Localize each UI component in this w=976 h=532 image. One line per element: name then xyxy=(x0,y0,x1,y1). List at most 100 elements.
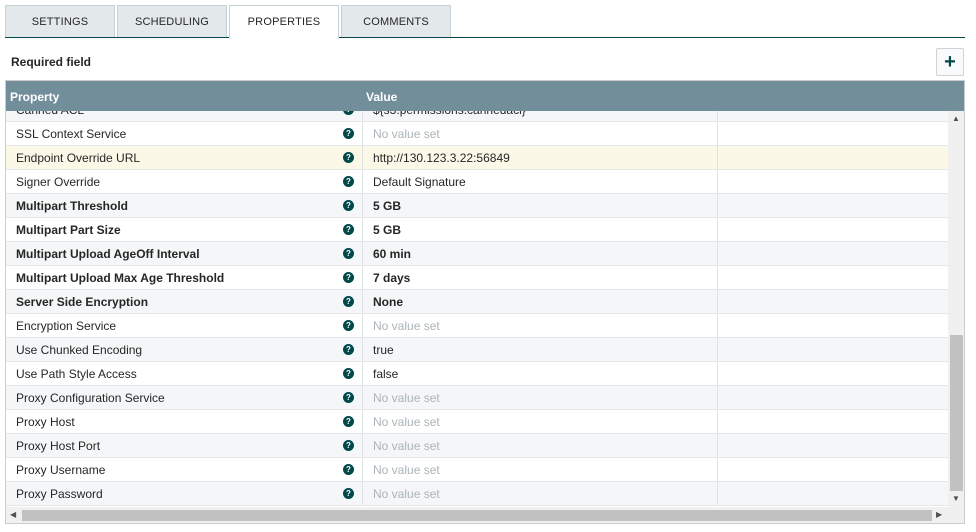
help-icon[interactable]: ? xyxy=(343,440,354,451)
property-value[interactable]: No value set xyxy=(373,386,713,410)
plus-icon: + xyxy=(944,51,956,73)
column-header-value[interactable]: Value xyxy=(366,90,397,104)
help-icon[interactable]: ? xyxy=(343,392,354,403)
property-value[interactable]: true xyxy=(373,338,713,362)
table-row[interactable]: Multipart Threshold? 5 GB xyxy=(6,194,948,218)
property-value[interactable]: false xyxy=(373,362,713,386)
column-divider xyxy=(717,266,718,290)
column-divider xyxy=(717,290,718,314)
tab-comments[interactable]: COMMENTS xyxy=(341,5,451,37)
column-divider xyxy=(362,266,363,290)
help-icon[interactable]: ? xyxy=(343,320,354,331)
column-divider xyxy=(362,386,363,410)
vertical-scrollbar[interactable]: ▲ ▼ xyxy=(948,111,964,507)
column-divider xyxy=(717,314,718,338)
table-row[interactable]: Proxy Host? No value set xyxy=(6,410,948,434)
scroll-down-icon[interactable]: ▼ xyxy=(952,494,960,503)
column-divider xyxy=(717,338,718,362)
column-divider xyxy=(717,386,718,410)
property-name: Canned ACL xyxy=(16,111,336,122)
help-icon[interactable]: ? xyxy=(343,344,354,355)
column-divider xyxy=(717,362,718,386)
add-property-button[interactable]: + xyxy=(936,48,964,76)
property-name: SSL Context Service xyxy=(16,127,127,141)
scroll-left-icon[interactable]: ◀ xyxy=(10,510,16,519)
column-divider xyxy=(362,434,363,458)
property-value[interactable]: 60 min xyxy=(373,242,713,266)
help-icon[interactable]: ? xyxy=(343,464,354,475)
property-value[interactable]: ${s3.permissions.cannedacl} xyxy=(373,111,713,122)
property-name: Proxy Configuration Service xyxy=(16,391,165,405)
column-divider xyxy=(362,170,363,194)
table-row[interactable]: Use Chunked Encoding? true xyxy=(6,338,948,362)
help-icon[interactable]: ? xyxy=(343,200,354,211)
help-icon[interactable]: ? xyxy=(343,368,354,379)
help-icon[interactable]: ? xyxy=(343,152,354,163)
table-row[interactable]: Server Side Encryption? None xyxy=(6,290,948,314)
column-divider xyxy=(717,194,718,218)
column-divider xyxy=(362,290,363,314)
property-value[interactable]: No value set xyxy=(373,434,713,458)
horizontal-scroll-thumb[interactable] xyxy=(22,510,932,521)
property-value[interactable]: None xyxy=(373,290,713,314)
table-row[interactable]: Proxy Configuration Service? No value set xyxy=(6,386,948,410)
table-row[interactable]: Multipart Part Size? 5 GB xyxy=(6,218,948,242)
help-icon[interactable]: ? xyxy=(343,416,354,427)
required-field-label: Required field xyxy=(11,55,92,69)
scroll-up-icon[interactable]: ▲ xyxy=(952,114,960,123)
table-row[interactable]: Multipart Upload Max Age Threshold? 7 day… xyxy=(6,266,948,290)
tab-settings[interactable]: SETTINGS xyxy=(5,5,115,37)
tab-properties[interactable]: PROPERTIES xyxy=(229,5,339,39)
help-icon[interactable]: ? xyxy=(343,296,354,307)
property-name: Multipart Upload AgeOff Interval xyxy=(16,247,200,261)
grid-viewport: Canned ACL?${s3.permissions.cannedacl}SS… xyxy=(6,111,948,507)
help-icon[interactable]: ? xyxy=(343,128,354,139)
vertical-scroll-thumb[interactable] xyxy=(950,335,963,491)
scroll-right-icon[interactable]: ▶ xyxy=(936,510,942,519)
property-value[interactable]: No value set xyxy=(373,482,713,506)
property-value[interactable]: 5 GB xyxy=(373,218,713,242)
column-header-property[interactable]: Property xyxy=(10,90,59,104)
table-row[interactable]: Endpoint Override URL? http://130.123.3.2… xyxy=(6,146,948,170)
horizontal-scrollbar[interactable]: ◀ ▶ xyxy=(6,507,948,523)
help-icon[interactable]: ? xyxy=(343,111,354,115)
table-row[interactable]: Proxy Host Port? No value set xyxy=(6,434,948,458)
property-value[interactable]: No value set xyxy=(373,458,713,482)
property-value[interactable]: No value set xyxy=(373,314,713,338)
property-name: Server Side Encryption xyxy=(16,295,149,309)
column-divider xyxy=(717,482,718,506)
table-row[interactable]: Proxy Password? No value set xyxy=(6,482,948,506)
property-value[interactable]: Default Signature xyxy=(373,170,713,194)
table-row[interactable]: Proxy Username? No value set xyxy=(6,458,948,482)
property-value[interactable]: 7 days xyxy=(373,266,713,290)
help-icon[interactable]: ? xyxy=(343,272,354,283)
property-value[interactable]: No value set xyxy=(373,410,713,434)
table-row[interactable]: Signer Override? Default Signature xyxy=(6,170,948,194)
column-divider xyxy=(362,458,363,482)
help-icon[interactable]: ? xyxy=(343,224,354,235)
table-row[interactable]: Encryption Service? No value set xyxy=(6,314,948,338)
table-row[interactable]: Use Path Style Access? false xyxy=(6,362,948,386)
table-row[interactable]: SSL Context Service? No value set xyxy=(6,122,948,146)
column-divider xyxy=(362,314,363,338)
help-icon[interactable]: ? xyxy=(343,488,354,499)
property-name: Multipart Part Size xyxy=(16,223,121,237)
properties-grid: Property Value Canned ACL? ${s3.permissio… xyxy=(5,80,965,524)
help-icon[interactable]: ? xyxy=(343,248,354,259)
help-icon[interactable]: ? xyxy=(343,176,354,187)
tab-scheduling[interactable]: SCHEDULING xyxy=(117,5,227,37)
column-divider xyxy=(717,410,718,434)
column-divider xyxy=(362,242,363,266)
property-name: Multipart Threshold xyxy=(16,199,128,213)
property-value[interactable]: http://130.123.3.22:56849 xyxy=(373,146,713,170)
table-row[interactable]: Canned ACL? ${s3.permissions.cannedacl} xyxy=(6,111,948,122)
column-divider xyxy=(717,170,718,194)
scrollbar-corner xyxy=(948,507,964,523)
column-divider xyxy=(362,122,363,146)
property-name: Signer Override xyxy=(16,175,101,189)
property-name: Proxy Password xyxy=(16,487,103,501)
property-value[interactable]: 5 GB xyxy=(373,194,713,218)
column-divider xyxy=(362,218,363,242)
property-value[interactable]: No value set xyxy=(373,122,713,146)
table-row[interactable]: Multipart Upload AgeOff Interval? 60 min xyxy=(6,242,948,266)
